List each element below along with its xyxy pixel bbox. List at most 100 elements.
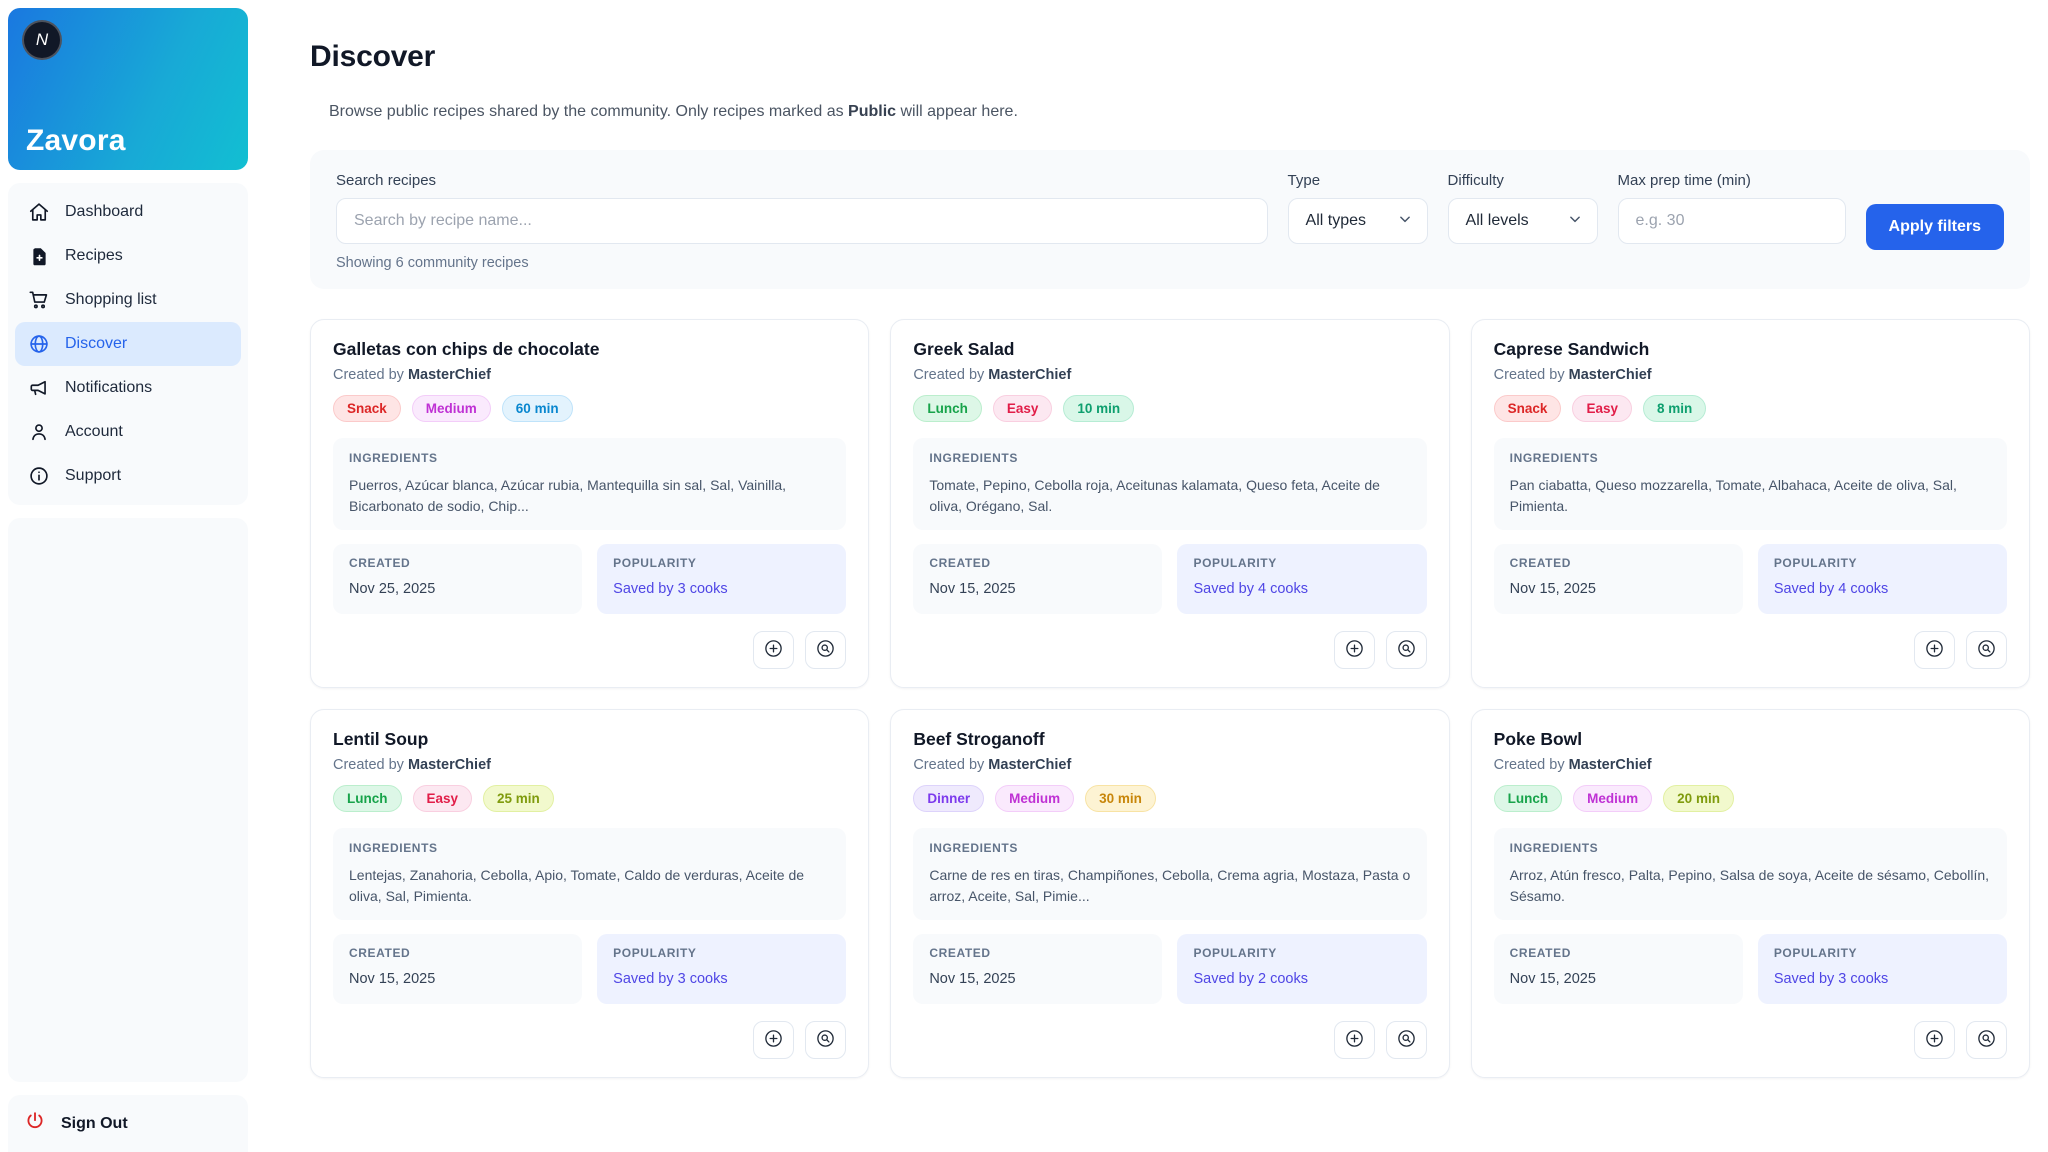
badge-medium: Medium — [412, 395, 491, 422]
add-recipe-button[interactable] — [753, 1021, 794, 1059]
magnifier-circle-icon — [1396, 638, 1417, 662]
popularity-label: POPULARITY — [613, 946, 830, 960]
magnifier-circle-icon — [815, 1028, 836, 1052]
chevron-down-icon — [1566, 210, 1584, 233]
sidebar-item-shopping-list[interactable]: Shopping list — [15, 278, 241, 322]
sidebar-item-label: Notifications — [65, 379, 152, 397]
sidebar-item-dashboard[interactable]: Dashboard — [15, 190, 241, 234]
recipe-title: Greek Salad — [913, 339, 1426, 360]
power-icon — [24, 1110, 46, 1137]
add-recipe-button[interactable] — [753, 631, 794, 669]
badge-lunch: Lunch — [913, 395, 982, 422]
badge-10-min: 10 min — [1063, 395, 1134, 422]
view-recipe-button[interactable] — [805, 631, 846, 669]
ingredients-text: Carne de res en tiras, Champiñones, Cebo… — [929, 865, 1410, 907]
add-recipe-button[interactable] — [1334, 631, 1375, 669]
view-recipe-button[interactable] — [1966, 1021, 2007, 1059]
add-recipe-button[interactable] — [1334, 1021, 1375, 1059]
created-label: CREATED — [929, 556, 1146, 570]
main-content: Discover Browse public recipes shared by… — [256, 0, 2048, 1152]
view-recipe-button[interactable] — [1386, 631, 1427, 669]
popularity-box: POPULARITY Saved by 3 cooks — [1758, 934, 2007, 1004]
brand-logo: N — [22, 20, 62, 60]
difficulty-select-value: All levels — [1466, 212, 1529, 230]
magnifier-circle-icon — [1976, 1028, 1997, 1052]
popularity-value: Saved by 3 cooks — [613, 581, 830, 597]
recipe-badges: LunchMedium20 min — [1494, 785, 2007, 812]
document-plus-icon — [28, 245, 50, 267]
sidebar-item-label: Account — [65, 423, 123, 441]
recipe-cards-grid: Galletas con chips de chocolate Created … — [310, 319, 2030, 1078]
max-prep-input[interactable] — [1618, 198, 1846, 244]
created-label: CREATED — [1510, 556, 1727, 570]
recipe-badges: SnackEasy8 min — [1494, 395, 2007, 422]
ingredients-text: Lentejas, Zanahoria, Cebolla, Apio, Toma… — [349, 865, 830, 907]
created-box: CREATED Nov 15, 2025 — [1494, 544, 1743, 614]
created-label: CREATED — [349, 556, 566, 570]
plus-circle-icon — [1344, 638, 1365, 662]
recipe-badges: LunchEasy25 min — [333, 785, 846, 812]
ingredients-box: INGREDIENTS Carne de res en tiras, Champ… — [913, 828, 1426, 920]
popularity-box: POPULARITY Saved by 4 cooks — [1758, 544, 2007, 614]
recipe-title: Beef Stroganoff — [913, 729, 1426, 750]
recipe-author: Created by MasterChief — [1494, 757, 2007, 773]
view-recipe-button[interactable] — [1386, 1021, 1427, 1059]
popularity-label: POPULARITY — [1193, 946, 1410, 960]
sidebar-item-label: Support — [65, 467, 121, 485]
apply-filters-button[interactable]: Apply filters — [1866, 204, 2004, 250]
card-actions — [913, 631, 1426, 669]
recipe-card: Caprese Sandwich Created by MasterChief … — [1471, 319, 2030, 688]
search-label: Search recipes — [336, 172, 1268, 189]
popularity-value: Saved by 4 cooks — [1774, 581, 1991, 597]
description-bold: Public — [848, 103, 896, 120]
ingredients-label: INGREDIENTS — [1510, 451, 1991, 465]
recipe-card: Beef Stroganoff Created by MasterChief D… — [890, 709, 1449, 1078]
view-recipe-button[interactable] — [1966, 631, 2007, 669]
popularity-value: Saved by 4 cooks — [1193, 581, 1410, 597]
popularity-box: POPULARITY Saved by 3 cooks — [597, 934, 846, 1004]
recipe-card: Galletas con chips de chocolate Created … — [310, 319, 869, 688]
badge-lunch: Lunch — [1494, 785, 1563, 812]
ingredients-box: INGREDIENTS Lentejas, Zanahoria, Cebolla… — [333, 828, 846, 920]
home-icon — [28, 201, 50, 223]
view-recipe-button[interactable] — [805, 1021, 846, 1059]
badge-easy: Easy — [413, 785, 473, 812]
search-input[interactable] — [336, 198, 1268, 244]
add-recipe-button[interactable] — [1914, 631, 1955, 669]
recipe-author: Created by MasterChief — [913, 757, 1426, 773]
sidebar-item-support[interactable]: Support — [15, 454, 241, 498]
sidebar-item-discover[interactable]: Discover — [15, 322, 241, 366]
brand-header: N Zavora — [8, 8, 248, 170]
badge-medium: Medium — [995, 785, 1074, 812]
created-label: CREATED — [1510, 946, 1727, 960]
ingredients-text: Tomate, Pepino, Cebolla roja, Aceitunas … — [929, 475, 1410, 517]
sidebar-item-notifications[interactable]: Notifications — [15, 366, 241, 410]
created-date: Nov 15, 2025 — [349, 971, 566, 987]
sign-out-button[interactable]: Sign Out — [8, 1095, 248, 1152]
difficulty-label: Difficulty — [1448, 172, 1598, 189]
card-actions — [333, 631, 846, 669]
add-recipe-button[interactable] — [1914, 1021, 1955, 1059]
results-count: Showing 6 community recipes — [336, 255, 1268, 271]
plus-circle-icon — [1924, 1028, 1945, 1052]
recipe-title: Galletas con chips de chocolate — [333, 339, 846, 360]
badge-dinner: Dinner — [913, 785, 984, 812]
sidebar-item-recipes[interactable]: Recipes — [15, 234, 241, 278]
ingredients-box: INGREDIENTS Arroz, Atún fresco, Palta, P… — [1494, 828, 2007, 920]
recipe-author: Created by MasterChief — [333, 367, 846, 383]
ingredients-label: INGREDIENTS — [1510, 841, 1991, 855]
sidebar-item-label: Recipes — [65, 247, 123, 265]
sidebar-item-account[interactable]: Account — [15, 410, 241, 454]
difficulty-select[interactable]: All levels — [1448, 198, 1598, 244]
ingredients-text: Puerros, Azúcar blanca, Azúcar rubia, Ma… — [349, 475, 830, 517]
magnifier-circle-icon — [1976, 638, 1997, 662]
popularity-label: POPULARITY — [1774, 556, 1991, 570]
created-label: CREATED — [349, 946, 566, 960]
page-description: Browse public recipes shared by the comm… — [310, 103, 2030, 121]
ingredients-label: INGREDIENTS — [349, 451, 830, 465]
type-select[interactable]: All types — [1288, 198, 1428, 244]
created-box: CREATED Nov 15, 2025 — [333, 934, 582, 1004]
badge-snack: Snack — [333, 395, 401, 422]
globe-icon — [28, 333, 50, 355]
card-actions — [913, 1021, 1426, 1059]
